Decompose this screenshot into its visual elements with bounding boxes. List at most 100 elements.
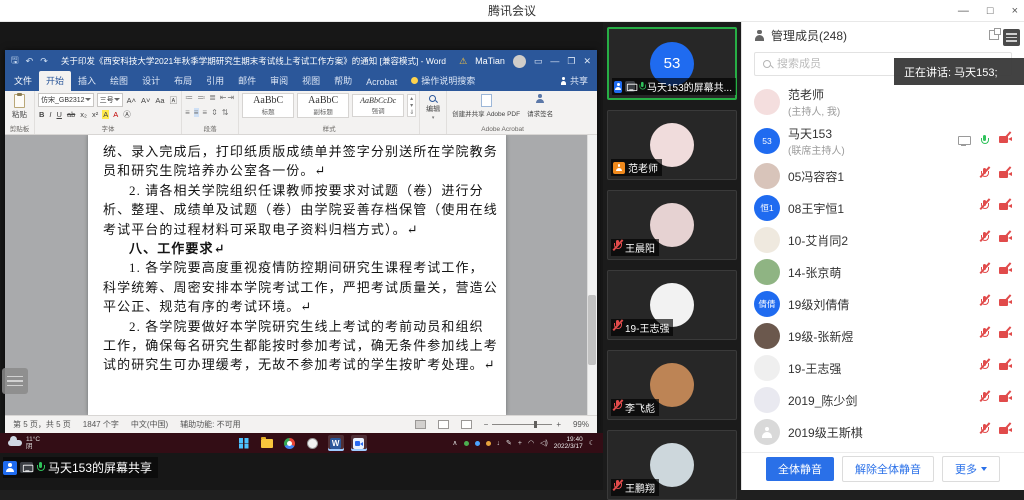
highlight-icon[interactable]: A: [102, 110, 109, 119]
tab-design[interactable]: 设计: [135, 71, 167, 91]
video-tile[interactable]: 李飞彪: [607, 350, 737, 420]
tab-help[interactable]: 帮助: [327, 71, 359, 91]
app-button[interactable]: [305, 435, 321, 451]
member-row[interactable]: 倩倩 19级刘倩倩: [742, 288, 1024, 320]
line-spacing-icon[interactable]: ⇕: [211, 108, 219, 117]
bullets-icon[interactable]: ≔: [185, 93, 194, 102]
change-case-icon[interactable]: Aa: [154, 96, 165, 105]
align-left-icon[interactable]: ≡: [185, 108, 191, 117]
camera-off-icon[interactable]: [999, 167, 1012, 185]
tab-home[interactable]: 开始: [39, 71, 71, 91]
floating-list-widget[interactable]: [2, 368, 28, 394]
unmute-all-button[interactable]: 解除全体静音: [842, 456, 934, 482]
undo-icon[interactable]: ↶: [26, 56, 34, 67]
zoom-slider[interactable]: −+: [484, 420, 561, 429]
tab-review[interactable]: 审阅: [263, 71, 295, 91]
zoom-level[interactable]: 99%: [573, 420, 589, 429]
member-row[interactable]: 范老师 (主持人, 我): [742, 82, 1024, 121]
tell-me-search[interactable]: 操作说明搜索: [404, 71, 482, 91]
member-row[interactable]: 14-张京萌: [742, 256, 1024, 288]
member-row[interactable]: 19级-张新煜: [742, 320, 1024, 352]
camera-off-icon[interactable]: [999, 359, 1012, 377]
camera-off-icon[interactable]: [999, 391, 1012, 409]
style-emphasis[interactable]: AaBbCcDc 强调: [352, 94, 404, 117]
tab-insert[interactable]: 插入: [71, 71, 103, 91]
editing-button[interactable]: 编辑 ▾: [423, 93, 443, 123]
accessibility-status[interactable]: 辅助功能: 不可用: [180, 419, 240, 430]
camera-off-icon[interactable]: [999, 199, 1012, 217]
night-mode-icon[interactable]: ☾: [589, 439, 595, 447]
subscript-icon[interactable]: x₂: [79, 110, 88, 119]
minimize-button[interactable]: —: [958, 5, 969, 17]
font-size-select[interactable]: 三号: [97, 93, 123, 107]
mic-on-icon[interactable]: [980, 135, 989, 147]
word-count[interactable]: 1847 个字: [83, 419, 119, 430]
tab-layout[interactable]: 布局: [167, 71, 199, 91]
tray-thumb-icon[interactable]: [486, 441, 491, 446]
vertical-scrollbar[interactable]: [587, 135, 597, 415]
video-tile[interactable]: 19-王志强: [607, 270, 737, 340]
page-indicator[interactable]: 第 5 页，共 5 页: [13, 419, 71, 430]
camera-off-icon[interactable]: [999, 231, 1012, 249]
styles-scroll[interactable]: ▴▾⇓: [407, 94, 416, 117]
grow-font-icon[interactable]: A˄: [126, 96, 137, 105]
tab-draw[interactable]: 绘图: [103, 71, 135, 91]
strikethrough-icon[interactable]: ab: [66, 110, 76, 119]
word-share-button[interactable]: 共享: [553, 71, 595, 91]
member-row[interactable]: 53 马天153 (联席主持人): [742, 121, 1024, 160]
align-right-icon[interactable]: ≡: [202, 108, 208, 117]
pen-icon[interactable]: ✎: [506, 439, 512, 447]
member-row[interactable]: 2019级王斯棋: [742, 416, 1024, 448]
mic-off-icon[interactable]: [980, 231, 989, 249]
mic-off-icon[interactable]: [980, 391, 989, 409]
style-subtitle[interactable]: AaBbC 副标题: [297, 93, 349, 118]
tray-cloud-icon[interactable]: [475, 441, 480, 446]
clock[interactable]: 19:402022/3/17: [554, 436, 583, 451]
file-explorer-button[interactable]: [259, 435, 275, 451]
browser-button[interactable]: [282, 435, 298, 451]
member-row[interactable]: 10-艾肖同2: [742, 224, 1024, 256]
scrollbar-thumb[interactable]: [588, 295, 596, 365]
camera-off-icon[interactable]: [999, 327, 1012, 345]
paste-button[interactable]: 粘贴: [8, 93, 31, 121]
popout-icon[interactable]: [989, 30, 999, 40]
mic-off-icon[interactable]: [980, 327, 989, 345]
mute-all-button[interactable]: 全体静音: [766, 457, 834, 481]
crosshair-icon[interactable]: +: [518, 440, 522, 447]
save-icon[interactable]: 🖫: [11, 53, 19, 69]
word-restore-button[interactable]: ❐: [567, 56, 575, 67]
tray-expand-icon[interactable]: ∧: [452, 439, 457, 447]
font-color-icon[interactable]: A: [112, 110, 119, 119]
tray-green-dot-icon[interactable]: [464, 441, 469, 446]
tab-acrobat[interactable]: Acrobat: [359, 74, 404, 91]
italic-icon[interactable]: I: [48, 110, 52, 119]
camera-off-icon[interactable]: [999, 132, 1012, 150]
panel-menu-icon[interactable]: [1003, 29, 1020, 46]
mic-off-icon[interactable]: [980, 167, 989, 185]
video-tile[interactable]: 王晨阳: [607, 190, 737, 260]
indent-icons[interactable]: ⇤⇥: [220, 93, 235, 102]
mic-off-icon[interactable]: [980, 423, 989, 441]
create-pdf-button[interactable]: 创建并共享 Adobe PDF: [450, 93, 522, 119]
shrink-font-icon[interactable]: A˅: [140, 96, 151, 105]
tab-mailings[interactable]: 邮件: [231, 71, 263, 91]
word-taskbar-button[interactable]: W: [328, 435, 344, 451]
align-center-icon[interactable]: ≡: [194, 108, 200, 117]
camera-off-icon[interactable]: [999, 263, 1012, 281]
clear-format-icon[interactable]: 🄰: [169, 95, 179, 106]
camera-off-icon[interactable]: [999, 423, 1012, 441]
document-page[interactable]: 统、录入完成后，打印纸质版成绩单并签字分别送所在学院教务 员和研究生院培养办公室…: [88, 135, 506, 415]
tab-references[interactable]: 引用: [199, 71, 231, 91]
volume-icon[interactable]: ◁): [540, 439, 548, 447]
wifi-icon[interactable]: ◠: [528, 439, 534, 447]
member-row[interactable]: 恒1 08王宇恒1: [742, 192, 1024, 224]
download-icon[interactable]: ↓: [497, 440, 501, 447]
underline-icon[interactable]: U: [56, 110, 63, 119]
tab-file[interactable]: 文件: [7, 71, 39, 91]
style-title[interactable]: AaBbC 标题: [242, 93, 294, 118]
word-minimize-button[interactable]: —: [550, 56, 559, 66]
meeting-taskbar-button[interactable]: [351, 435, 367, 451]
member-row[interactable]: 05冯容容1: [742, 160, 1024, 192]
mic-off-icon[interactable]: [980, 199, 989, 217]
word-close-button[interactable]: ✕: [583, 56, 591, 67]
